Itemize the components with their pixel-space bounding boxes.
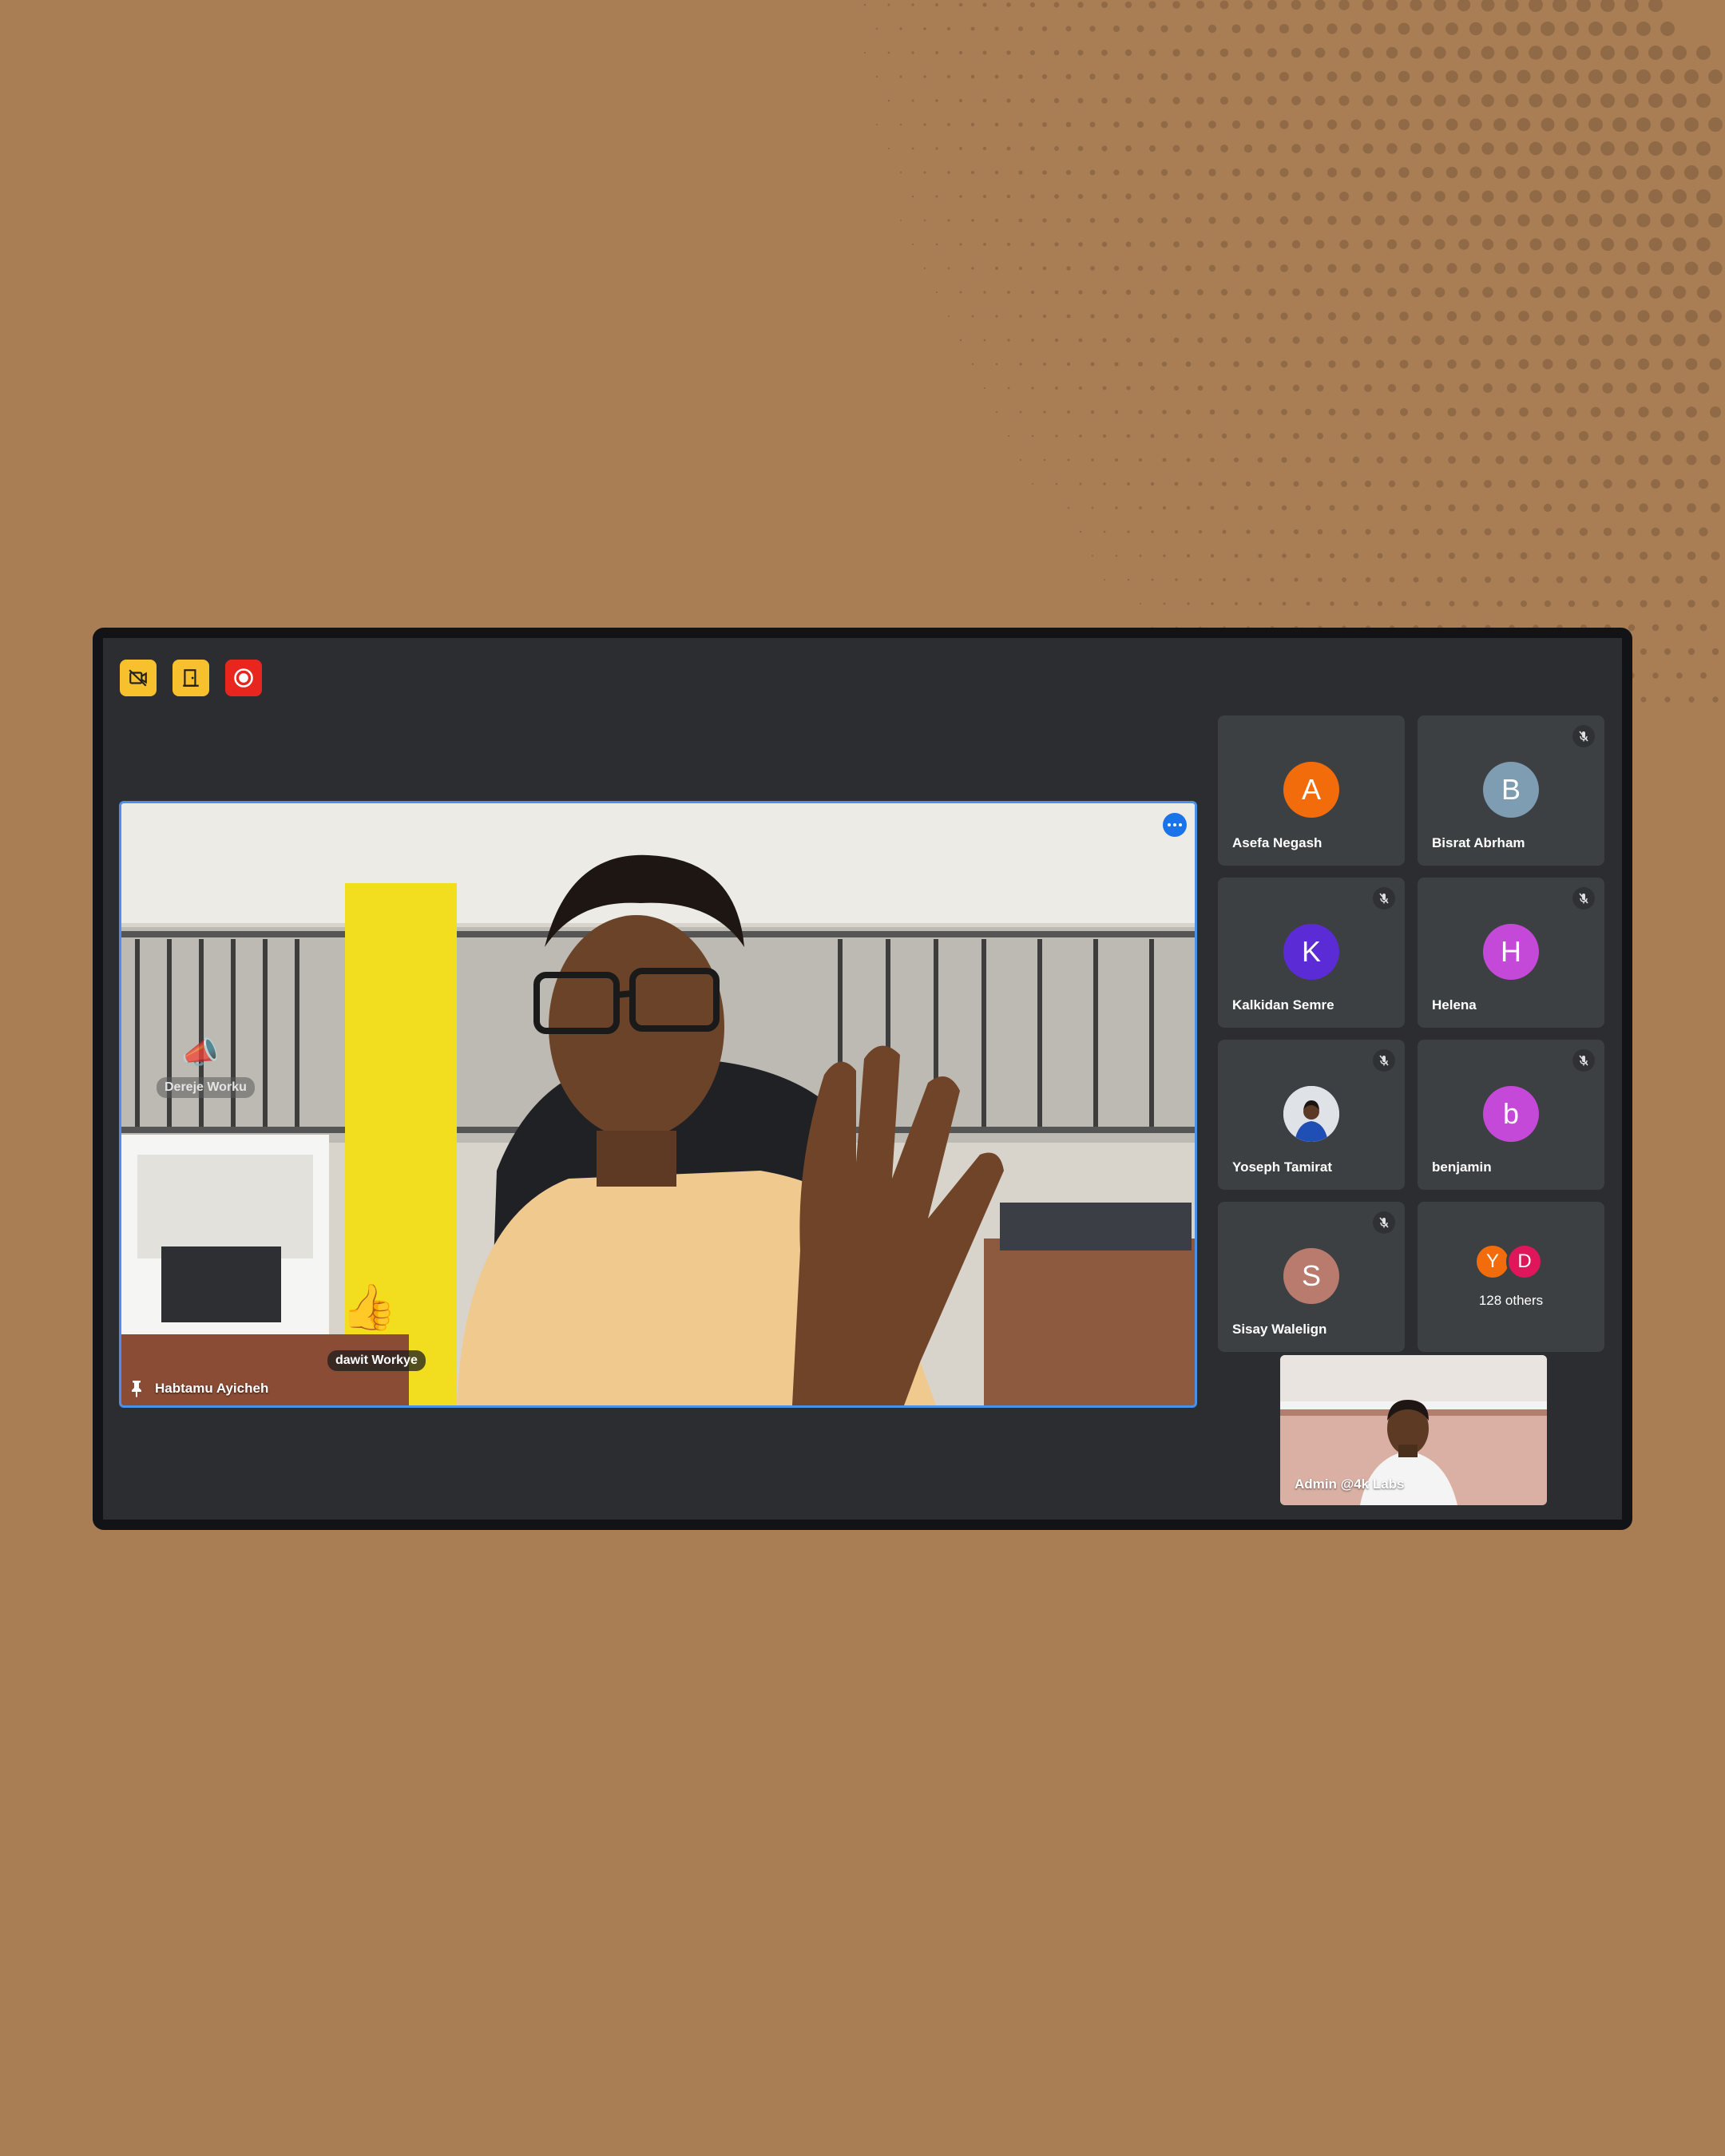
mic-off-icon [1572,887,1595,910]
participant-name: Kalkidan Semre [1232,997,1334,1013]
avatar: D [1506,1243,1543,1280]
halftone-background [863,0,1723,703]
reaction-name-dereje: Dereje Worku [157,1077,255,1098]
avatar: H [1483,924,1539,980]
more-options-button[interactable] [1163,813,1187,837]
meeting-screen: 👍 📣 Dereje Worku dawit Workye Habtamu Ay… [103,638,1622,1520]
reaction-thumbs: 👍 [341,1282,397,1333]
participant-tile[interactable]: K Kalkidan Semre [1218,878,1405,1028]
self-view-tile[interactable]: Admin @4k Labs [1280,1355,1547,1505]
meeting-window: 👍 📣 Dereje Worku dawit Workye Habtamu Ay… [93,628,1632,1530]
pinned-participant-label: Habtamu Ayicheh [129,1380,268,1397]
mic-off-icon [1572,1049,1595,1072]
participant-name: Asefa Negash [1232,835,1322,850]
participant-name: Helena [1432,997,1477,1013]
participant-tile[interactable]: Yoseph Tamirat [1218,1040,1405,1190]
self-view-label: Admin @4k Labs [1295,1476,1405,1492]
participant-name: Yoseph Tamirat [1232,1159,1333,1175]
record-icon [234,668,253,688]
avatar: b [1483,1086,1539,1142]
participant-name: Sisay Walelign [1232,1322,1327,1337]
camera-off-button[interactable] [120,660,157,696]
avatar: S [1283,1248,1339,1304]
avatar-photo [1283,1086,1339,1142]
others-tile[interactable]: Y D 128 others [1418,1202,1604,1352]
door-exit-icon [183,669,199,687]
participant-tile[interactable]: A Asefa Negash [1218,715,1405,866]
main-video-tile[interactable]: 👍 📣 Dereje Worku dawit Workye Habtamu Ay… [119,801,1197,1408]
participant-tile[interactable]: H Helena [1418,878,1604,1028]
participant-name: benjamin [1432,1159,1492,1175]
participant-tile[interactable]: S Sisay Walelign [1218,1202,1405,1352]
avatar: K [1283,924,1339,980]
participant-tile[interactable]: B Bisrat Abrham [1418,715,1604,866]
participant-tile[interactable]: b benjamin [1418,1040,1604,1190]
others-count: 128 others [1478,1293,1544,1308]
others-avatars: Y D [1474,1243,1548,1280]
pin-icon [132,1381,141,1397]
reaction-name-dawit: dawit Workye [327,1350,426,1371]
speaker-video: 👍 📣 [121,803,1195,1405]
mic-off-icon [1373,887,1395,910]
mic-off-icon [1572,725,1595,747]
mic-off-icon [1373,1049,1395,1072]
pinned-name: Habtamu Ayicheh [155,1381,269,1396]
mic-off-icon [1373,1211,1395,1234]
record-button[interactable] [225,660,262,696]
avatar: B [1483,762,1539,818]
participant-name: Bisrat Abrham [1432,835,1525,850]
avatar: A [1283,762,1339,818]
leave-room-button[interactable] [172,660,209,696]
reaction-megaphone: 📣 [181,1036,219,1070]
camera-off-icon [129,669,147,687]
